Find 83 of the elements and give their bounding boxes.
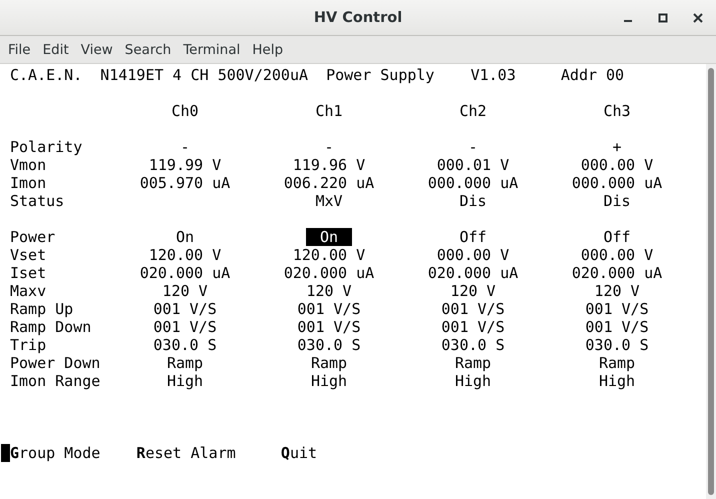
parameter-label: Trip — [9, 336, 48, 354]
channel-heading: Ch0 — [171, 102, 199, 120]
channel-heading: Ch2 — [459, 102, 487, 120]
parameter-value: 020.000 uA — [282, 264, 376, 282]
parameter-value: 120.00 V — [148, 246, 222, 264]
parameter-value: 000.00 V — [580, 156, 654, 174]
parameter-value: Ramp — [166, 354, 204, 372]
parameter-value: 000.01 V — [436, 156, 510, 174]
parameter-value: 120 V — [449, 282, 497, 300]
scrollbar[interactable] — [706, 64, 716, 499]
parameter-value: Dis — [458, 192, 488, 210]
parameter-value: 119.96 V — [292, 156, 366, 174]
parameter-label: Polarity — [9, 138, 84, 156]
parameter-label: Imon — [9, 174, 48, 192]
parameter-value: Ramp — [310, 354, 348, 372]
menu-item[interactable]: Terminal — [178, 40, 246, 60]
parameter-label: Imon Range — [9, 372, 102, 390]
parameter-value: 120.00 V — [292, 246, 366, 264]
parameter-value: Ramp — [598, 354, 636, 372]
channel-heading: Ch3 — [603, 102, 631, 120]
parameter-value: 001 V/S — [584, 300, 650, 318]
parameter-value[interactable]: On — [306, 228, 352, 246]
channel-heading: Ch1 — [315, 102, 343, 120]
parameter-value: Dis — [602, 192, 632, 210]
parameter-value: MxV — [314, 192, 344, 210]
menu-command[interactable]: Quit — [280, 444, 706, 462]
parameter-label: Ramp Down — [9, 318, 92, 336]
parameter-value: 001 V/S — [152, 300, 218, 318]
parameter-value: + — [611, 138, 623, 156]
parameter-value: 000.00 V — [436, 246, 510, 264]
parameter-value: 001 V/S — [440, 318, 506, 336]
parameter-value: High — [166, 372, 204, 390]
parameter-value: 030.0 S — [296, 336, 362, 354]
parameter-label: Iset — [9, 264, 48, 282]
parameter-value: Off — [458, 228, 488, 246]
menu-item[interactable]: View — [76, 40, 118, 60]
parameter-value: - — [467, 138, 479, 156]
parameter-label: Vmon — [9, 156, 48, 174]
parameter-value: 120 V — [305, 282, 353, 300]
parameter-value: High — [310, 372, 348, 390]
parameter-value: 001 V/S — [152, 318, 218, 336]
parameter-value: 030.0 S — [440, 336, 506, 354]
parameter-label: Maxv — [9, 282, 48, 300]
parameter-value: High — [598, 372, 636, 390]
text-cursor — [1, 444, 10, 462]
close-icon[interactable] — [693, 13, 703, 23]
parameter-value: - — [323, 138, 335, 156]
menu-item[interactable]: File — [3, 40, 36, 60]
parameter-value: 020.000 uA — [138, 264, 232, 282]
parameter-value: 030.0 S — [152, 336, 218, 354]
parameter-value: 001 V/S — [584, 318, 650, 336]
menu-command[interactable]: Reset Alarm — [136, 444, 281, 462]
parameter-value: 001 V/S — [296, 300, 362, 318]
parameter-value: 020.000 uA — [570, 264, 664, 282]
parameter-label: Power — [9, 228, 56, 246]
parameter-value: 119.99 V — [148, 156, 222, 174]
window-title: HV Control — [314, 10, 402, 26]
parameter-value: 001 V/S — [440, 300, 506, 318]
parameter-label: Ramp Up — [9, 300, 74, 318]
parameter-value: 000.000 uA — [426, 174, 520, 192]
parameter-label: Status — [9, 192, 66, 210]
menu-item[interactable]: Edit — [38, 40, 74, 60]
parameter-value: 000.00 V — [580, 246, 654, 264]
parameter-value: Ramp — [454, 354, 492, 372]
parameter-label: Vset — [9, 246, 48, 264]
parameter-value: 006.220 uA — [282, 174, 376, 192]
parameter-value: 005.970 uA — [138, 174, 232, 192]
parameter-value: 120 V — [593, 282, 641, 300]
menu-command[interactable]: Group Mode — [10, 444, 136, 462]
menu-item[interactable]: Help — [247, 40, 288, 60]
parameter-value: - — [179, 138, 191, 156]
parameter-value: 030.0 S — [584, 336, 650, 354]
menu-item[interactable]: Search — [120, 40, 176, 60]
parameter-value: 001 V/S — [296, 318, 362, 336]
parameter-value: 020.000 uA — [426, 264, 520, 282]
parameter-value: 120 V — [161, 282, 209, 300]
parameter-value: Off — [602, 228, 632, 246]
parameter-value: On — [174, 228, 196, 246]
parameter-label: Power Down — [9, 354, 102, 372]
maximize-icon[interactable] — [658, 13, 668, 23]
parameter-value: High — [454, 372, 492, 390]
parameter-value: 000.000 uA — [570, 174, 664, 192]
header-text: C.A.E.N. N1419ET 4 CH 500V/200uA Power Supply V1.03 Addr 00 — [9, 66, 624, 84]
